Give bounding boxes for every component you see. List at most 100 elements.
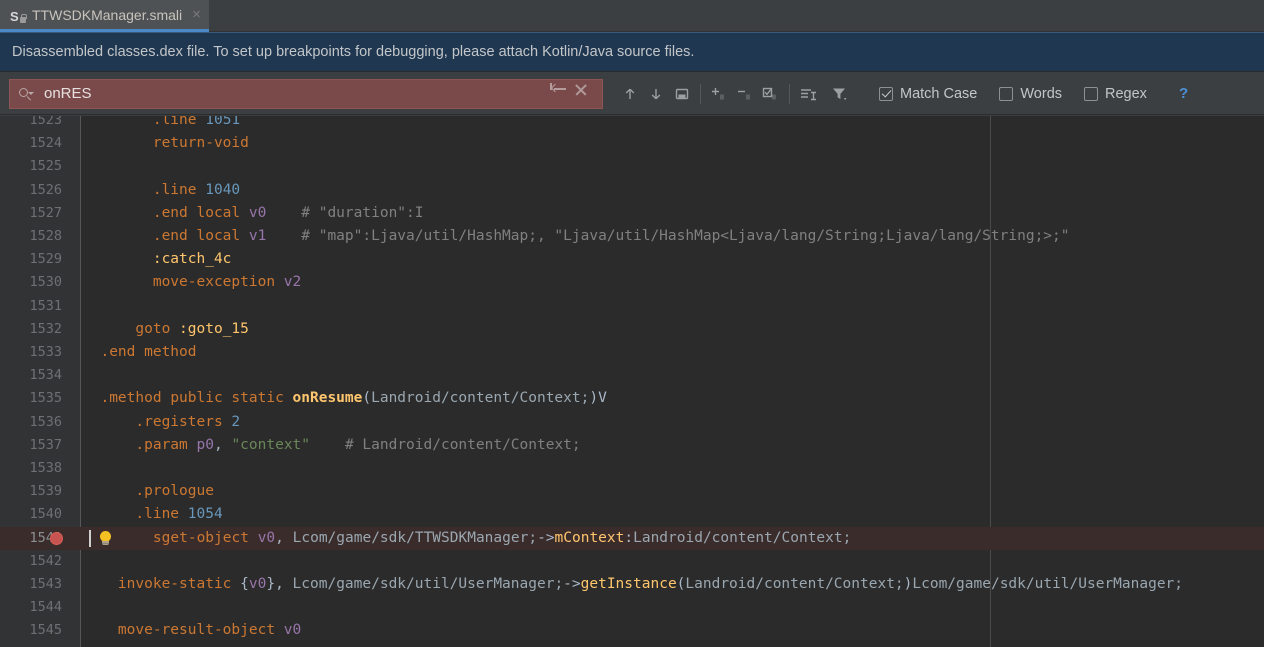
code-text: sget-object v0, Lcom/game/sdk/TTWSDKMana… (118, 527, 851, 550)
code-editor[interactable]: 1523 .line 1051 1524 return-void 1525 1526 … (0, 116, 1264, 647)
code-line[interactable]: 1536 .registers 2 (0, 411, 1264, 434)
lock-icon (20, 13, 27, 23)
code-token: invoke-static (117, 576, 241, 592)
code-token: .end method (100, 344, 197, 360)
checkbox-regex[interactable] (1084, 86, 1099, 101)
search-icon[interactable] (18, 86, 34, 102)
code-line[interactable]: 1543 invoke-static {v0}, Lcom/game/sdk/u… (0, 573, 1264, 596)
line-number: 1540 (29, 506, 62, 523)
code-line[interactable]: 1533 .end method (0, 341, 1264, 364)
code-token: 1054 (187, 506, 223, 523)
code-token: .registers (135, 413, 232, 430)
code-line[interactable]: 1531 (0, 295, 1264, 318)
code-line[interactable]: 1529 :catch_4c (0, 248, 1264, 271)
extra-actions-group (795, 81, 853, 107)
code-line[interactable]: 1546 (0, 643, 1264, 647)
line-number: 1526 (29, 181, 62, 198)
line-number: 1527 (29, 204, 62, 221)
line-number: 1530 (29, 274, 62, 291)
code-line[interactable]: 1535 .method public static onResume(Land… (0, 387, 1264, 410)
option-regex[interactable]: Regex (1084, 86, 1147, 102)
code-line[interactable]: 1523 .line 1051 (0, 116, 1264, 132)
code-line[interactable]: 1540 .line 1054 (0, 503, 1264, 526)
code-token: 2 (231, 413, 241, 430)
close-icon[interactable]: × (192, 7, 201, 22)
tab-icon-letter: S (10, 8, 19, 24)
code-token: mContext (554, 529, 625, 546)
code-token: -> (537, 529, 555, 546)
code-line[interactable]: 1534 (0, 364, 1264, 387)
code-token: -> (563, 576, 581, 592)
select-occurrences-icon[interactable]: II (758, 81, 784, 107)
code-line[interactable]: 1532 goto :goto_15 (0, 318, 1264, 341)
code-line[interactable]: 1527 .end local v0 # "duration":I (0, 202, 1264, 225)
remove-occurrence-icon[interactable]: II (732, 81, 758, 107)
toolbar-divider (700, 83, 701, 104)
code-token: )V (589, 390, 607, 407)
code-text: .end local v0 # "duration":I (83, 202, 424, 225)
editor-tab-bar: S TTWSDKManager.smali × (0, 0, 1264, 32)
select-all-occurrences-icon[interactable] (669, 81, 695, 107)
code-token: .param (135, 436, 197, 453)
regex-help-icon[interactable]: ? (1179, 85, 1188, 102)
search-field[interactable]: onRES (9, 78, 603, 109)
editor-tab-ttwsdkmanager[interactable]: S TTWSDKManager.smali × (0, 0, 209, 32)
option-words[interactable]: Words (999, 86, 1062, 102)
code-token: Landroid/content/Context; (633, 529, 852, 546)
occurrence-group: II II II (706, 81, 784, 107)
svg-text:II: II (772, 94, 776, 101)
insert-newline-icon[interactable] (550, 82, 574, 105)
line-number: 1532 (29, 320, 62, 337)
line-number: 1528 (29, 228, 62, 244)
add-occurrence-icon[interactable]: II (706, 81, 732, 107)
find-nav-group (617, 81, 695, 107)
checkbox-words[interactable] (999, 86, 1014, 101)
code-token: v0 (283, 622, 302, 639)
code-token: v0 (257, 529, 276, 546)
checkbox-match-case[interactable] (879, 86, 893, 101)
code-token: goto (135, 320, 180, 337)
code-token: :catch_4c (152, 251, 232, 268)
code-token: 1051 (205, 116, 241, 128)
find-options: Match Case Words Regex ? (879, 85, 1188, 102)
code-line[interactable]: 1539 .prologue (0, 480, 1264, 503)
code-line[interactable]: 1541 sget-object v0, Lcom/game/sdk/TTWSD… (0, 526, 1264, 550)
code-line[interactable]: 1542 (0, 550, 1264, 573)
line-number: 1536 (29, 413, 62, 430)
code-line[interactable]: 1530 move-exception v2 (0, 271, 1264, 294)
find-previous-icon[interactable] (617, 81, 643, 107)
option-match-case[interactable]: Match Case (879, 86, 977, 102)
line-number: 1523 (29, 116, 62, 128)
preserve-case-icon[interactable] (795, 81, 821, 107)
code-token: "context" (231, 436, 311, 453)
code-text: .end method (83, 341, 197, 364)
search-input[interactable]: onRES (44, 85, 552, 102)
intention-bulb-icon[interactable] (98, 530, 113, 547)
breakpoint-icon[interactable] (50, 531, 63, 545)
code-line[interactable]: 1545 move-result-object v0 (0, 619, 1264, 642)
code-line[interactable]: 1524 return-void (0, 132, 1264, 155)
find-next-icon[interactable] (643, 81, 669, 107)
code-line[interactable]: 1526 .line 1040 (0, 179, 1264, 202)
code-token: Lcom/game/sdk/util/UserManager; (912, 576, 1184, 592)
close-search-icon[interactable] (574, 83, 596, 105)
code-token: sget-object (152, 529, 258, 546)
code-line[interactable]: 1544 (0, 596, 1264, 619)
banner-message: Disassembled classes.dex file. To set up… (12, 44, 695, 60)
code-line[interactable]: 1528 .end local v1 # "map":Ljava/util/Ha… (0, 225, 1264, 248)
filter-icon[interactable] (827, 81, 853, 107)
line-number: 1543 (29, 576, 62, 592)
code-token: return-void (152, 135, 249, 152)
code-token: # "duration":I (301, 204, 424, 221)
code-line[interactable]: 1538 (0, 457, 1264, 480)
smali-file-locked-icon: S (10, 7, 27, 24)
code-line[interactable]: 1537 .param p0, "context" # Landroid/con… (0, 434, 1264, 457)
code-line[interactable]: 1525 (0, 155, 1264, 178)
